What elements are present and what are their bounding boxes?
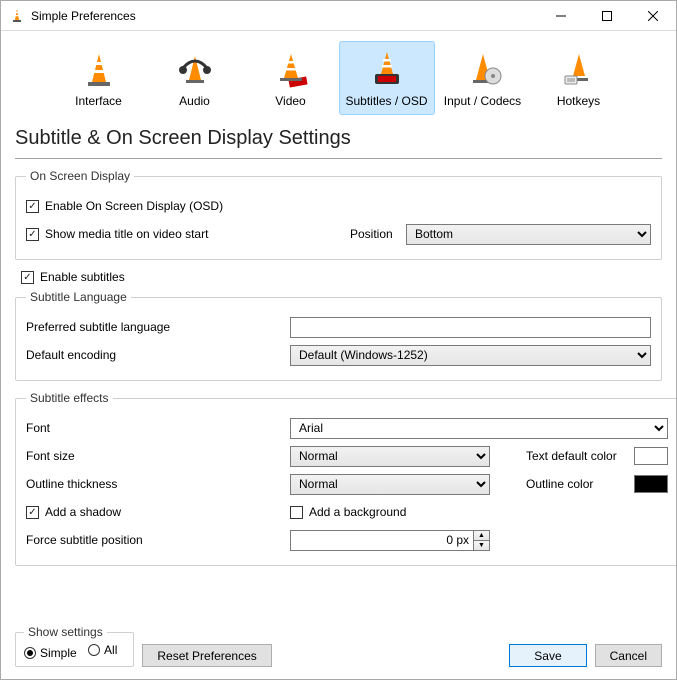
- cone-clapper-icon: [271, 50, 311, 90]
- spinner-up-icon[interactable]: ▲: [474, 530, 490, 540]
- subtitle-language-group: Subtitle Language Preferred subtitle lan…: [15, 290, 662, 381]
- checkmark-icon: ✓: [26, 200, 39, 213]
- show-settings-legend: Show settings: [24, 625, 107, 639]
- titlebar: Simple Preferences: [1, 1, 676, 31]
- lang-legend: Subtitle Language: [26, 290, 131, 304]
- minimize-button[interactable]: [538, 1, 584, 31]
- tab-subtitles[interactable]: Subtitles / OSD: [339, 41, 435, 115]
- subtitle-effects-group: Subtitle effects Font Arial Font size No…: [15, 391, 676, 566]
- encoding-label: Default encoding: [26, 348, 282, 362]
- preferred-lang-input[interactable]: [290, 317, 651, 338]
- tab-label: Hotkeys: [557, 94, 600, 108]
- enable-subtitles-checkbox[interactable]: ✓ Enable subtitles: [21, 270, 662, 284]
- position-select[interactable]: Bottom: [406, 224, 651, 245]
- shadow-checkbox[interactable]: ✓ Add a shadow: [26, 505, 282, 519]
- text-color-swatch[interactable]: [634, 447, 668, 465]
- tab-label: Audio: [179, 94, 210, 108]
- tab-input-codecs[interactable]: Input / Codecs: [435, 41, 531, 115]
- outline-color-label: Outline color: [526, 477, 626, 491]
- page-title: Subtitle & On Screen Display Settings: [1, 115, 676, 158]
- reset-button[interactable]: Reset Preferences: [142, 644, 271, 667]
- outline-label: Outline thickness: [26, 477, 282, 491]
- effects-legend: Subtitle effects: [26, 391, 113, 405]
- radio-unselected-icon: [88, 644, 100, 656]
- show-title-checkbox[interactable]: ✓ Show media title on video start: [26, 227, 342, 241]
- maximize-button[interactable]: [584, 1, 630, 31]
- position-label: Position: [350, 227, 398, 241]
- osd-legend: On Screen Display: [26, 169, 134, 183]
- all-radio[interactable]: All: [88, 643, 117, 657]
- tab-label: Interface: [75, 94, 122, 108]
- show-settings-group: Show settings Simple All: [15, 625, 134, 667]
- font-select[interactable]: Arial: [290, 418, 668, 439]
- radio-selected-icon: [24, 647, 36, 659]
- empty-check-icon: [290, 506, 303, 519]
- cancel-button[interactable]: Cancel: [595, 644, 662, 667]
- force-position-label: Force subtitle position: [26, 533, 282, 547]
- tab-audio[interactable]: Audio: [147, 41, 243, 115]
- tab-video[interactable]: Video: [243, 41, 339, 115]
- checkbox-label: Enable subtitles: [40, 270, 125, 284]
- radio-label: Simple: [40, 646, 77, 660]
- enable-osd-checkbox[interactable]: ✓ Enable On Screen Display (OSD): [26, 199, 223, 213]
- checkbox-label: Add a background: [309, 505, 406, 519]
- font-label: Font: [26, 421, 282, 435]
- simple-radio[interactable]: Simple: [24, 646, 77, 660]
- category-tabs: Interface Audio Video Subtitles / OSD In…: [1, 31, 676, 115]
- text-color-label: Text default color: [526, 449, 626, 463]
- save-button[interactable]: Save: [509, 644, 586, 667]
- radio-label: All: [104, 643, 117, 657]
- outline-select[interactable]: Normal: [290, 474, 490, 495]
- background-checkbox[interactable]: Add a background: [290, 505, 406, 519]
- cone-disc-icon: [463, 50, 503, 90]
- close-button[interactable]: [630, 1, 676, 31]
- checkbox-label: Add a shadow: [45, 505, 121, 519]
- checkmark-icon: ✓: [26, 506, 39, 519]
- cone-headphones-icon: [175, 50, 215, 90]
- force-position-spinner[interactable]: ▲ ▼: [290, 530, 490, 551]
- tab-label: Input / Codecs: [444, 94, 521, 108]
- spinner-down-icon[interactable]: ▼: [474, 540, 490, 551]
- encoding-select[interactable]: Default (Windows-1252): [290, 345, 651, 366]
- tab-hotkeys[interactable]: Hotkeys: [531, 41, 627, 115]
- font-size-label: Font size: [26, 449, 282, 463]
- checkmark-icon: ✓: [21, 271, 34, 284]
- outline-color-swatch[interactable]: [634, 475, 668, 493]
- window-title: Simple Preferences: [31, 9, 538, 23]
- preferred-lang-label: Preferred subtitle language: [26, 320, 282, 334]
- osd-group: On Screen Display ✓ Enable On Screen Dis…: [15, 169, 662, 260]
- content-area: On Screen Display ✓ Enable On Screen Dis…: [1, 159, 676, 617]
- cone-display-icon: [367, 50, 407, 90]
- font-size-select[interactable]: Normal: [290, 446, 490, 467]
- tab-label: Video: [275, 94, 305, 108]
- tab-label: Subtitles / OSD: [345, 94, 427, 108]
- checkmark-icon: ✓: [26, 228, 39, 241]
- checkbox-label: Enable On Screen Display (OSD): [45, 199, 223, 213]
- checkbox-label: Show media title on video start: [45, 227, 208, 241]
- cone-keyboard-icon: [559, 50, 599, 90]
- spinner-input[interactable]: [290, 530, 474, 551]
- tab-interface[interactable]: Interface: [51, 41, 147, 115]
- footer: Show settings Simple All Reset Preferenc…: [1, 617, 676, 679]
- cone-icon: [79, 50, 119, 90]
- vlc-icon: [9, 8, 25, 24]
